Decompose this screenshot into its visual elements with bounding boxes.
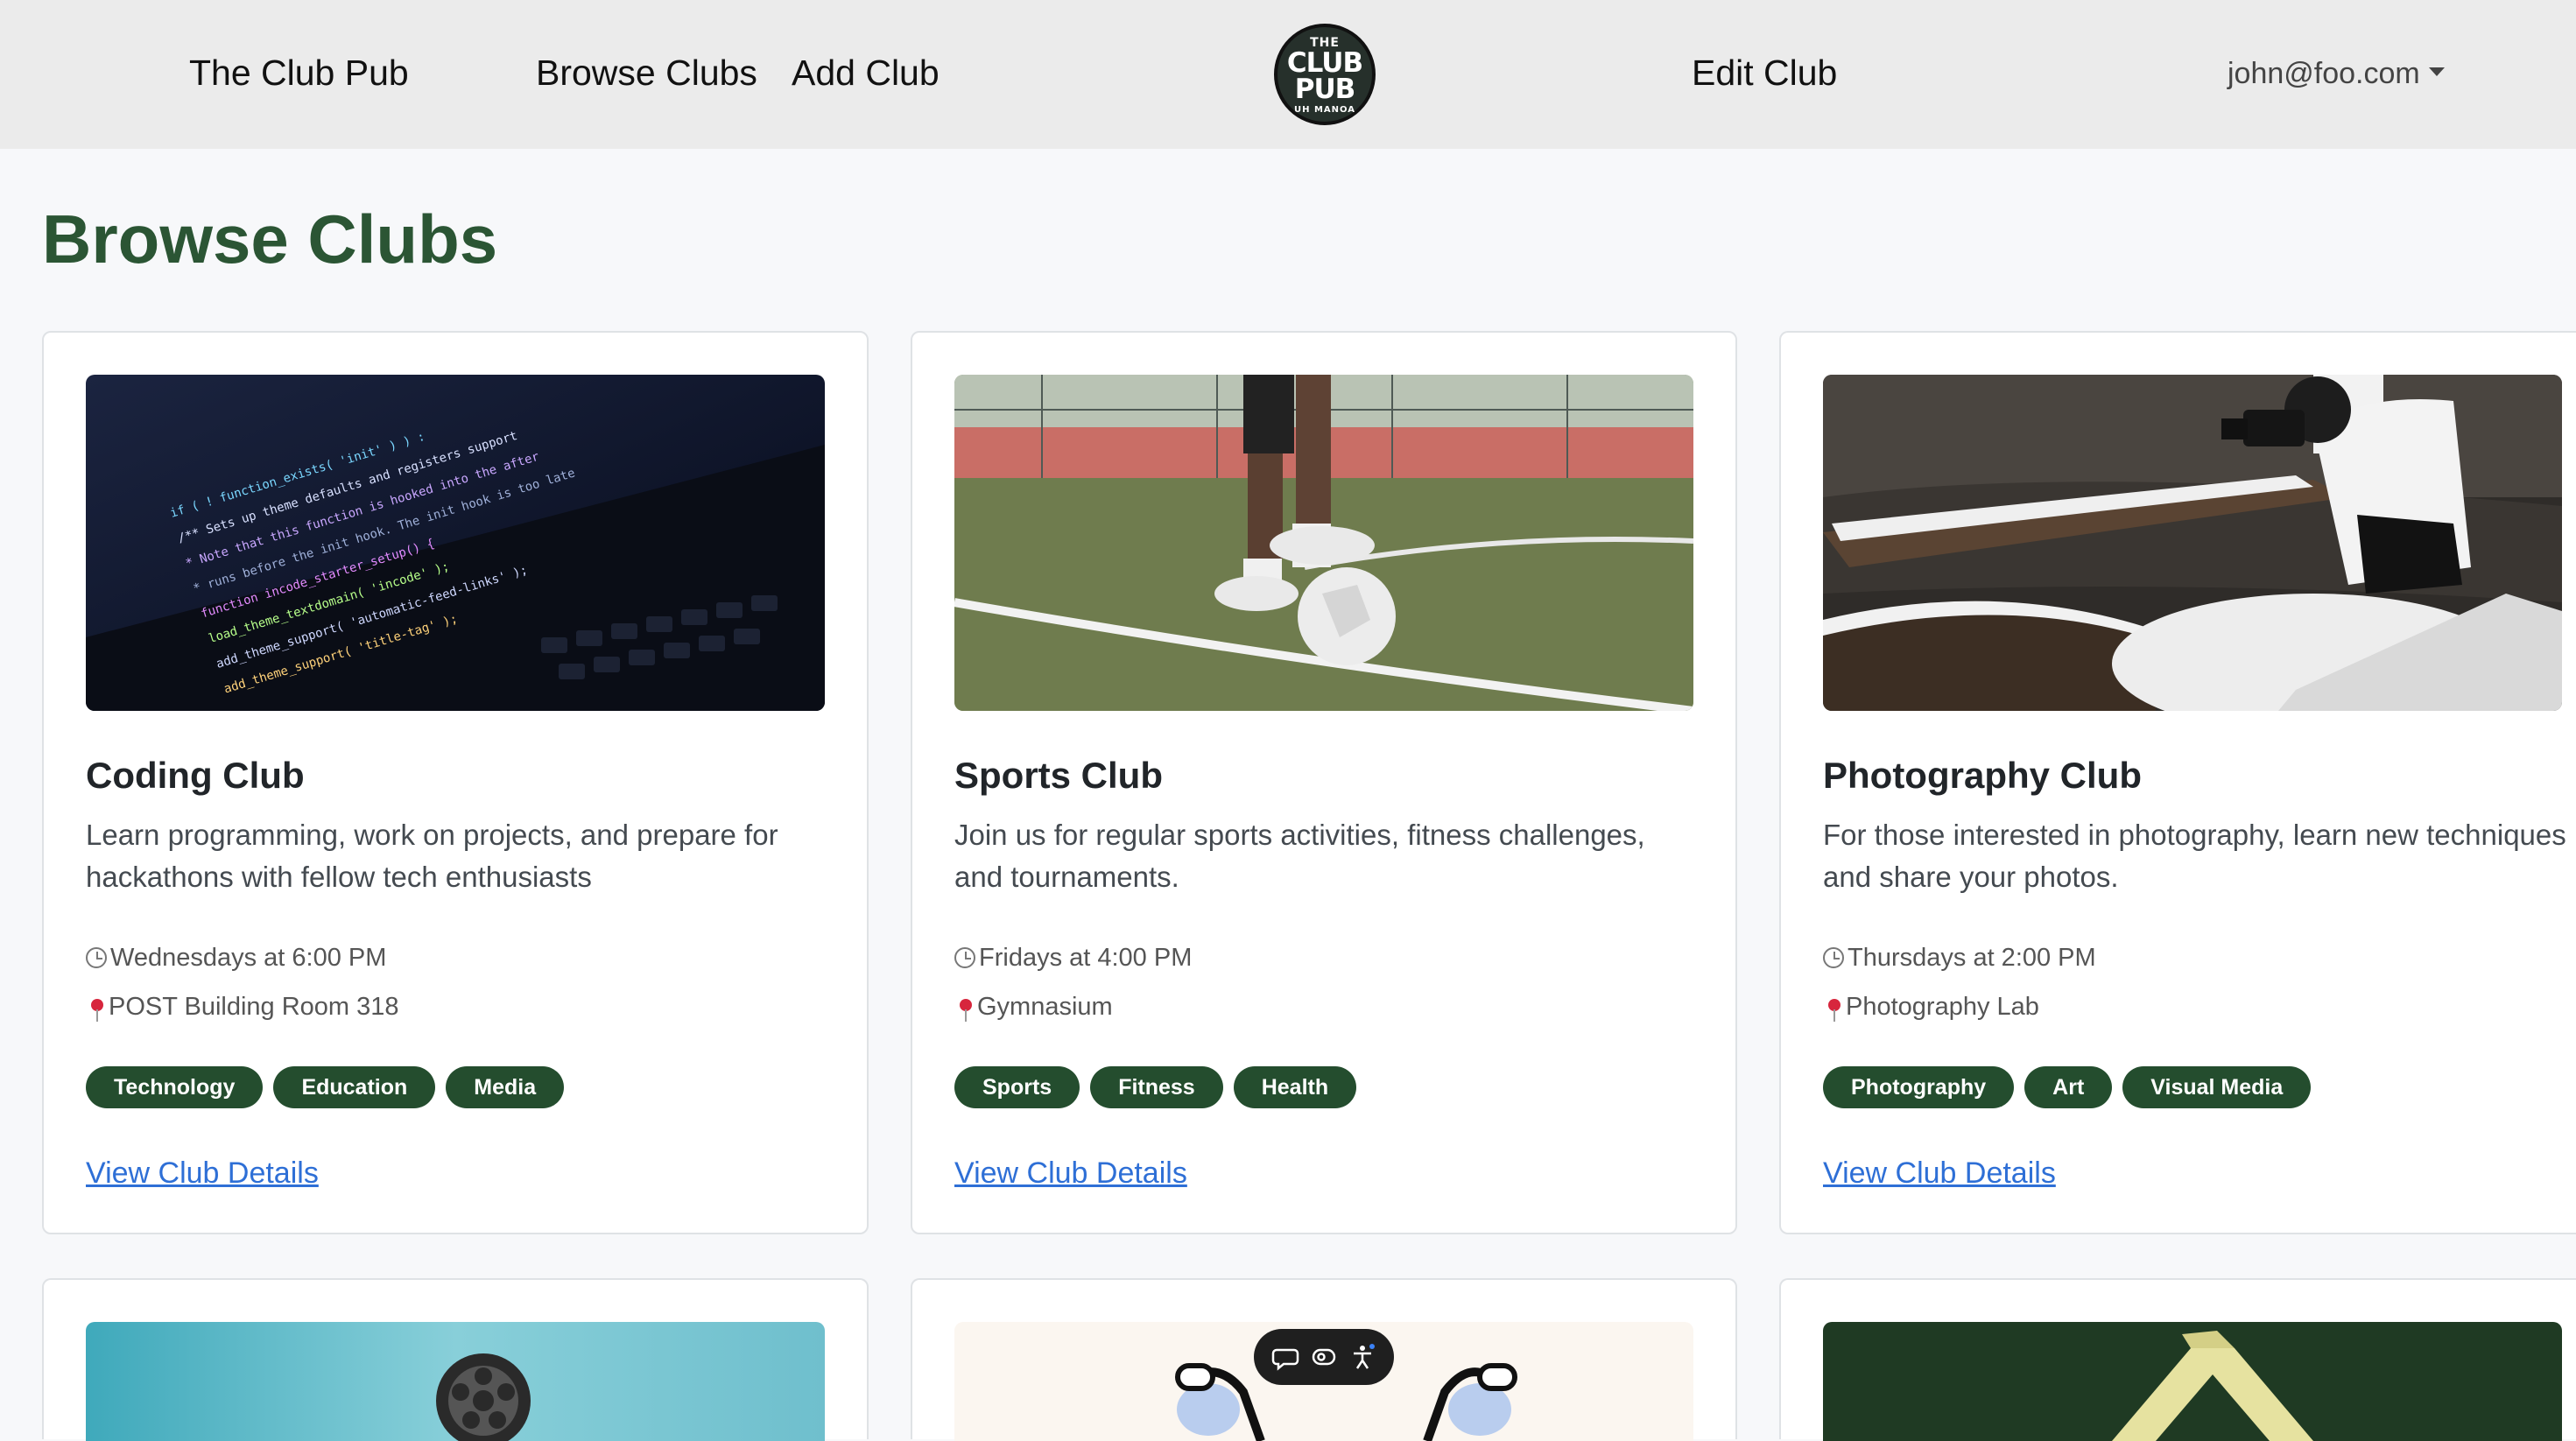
tag-badge[interactable]: Art	[2024, 1066, 2113, 1108]
page-title: Browse Clubs	[42, 200, 498, 278]
user-email: john@foo.com	[2228, 57, 2420, 90]
pin-icon	[960, 999, 972, 1022]
accessibility-icon[interactable]	[1347, 1341, 1378, 1373]
club-image-sports	[954, 375, 1693, 711]
clock-icon	[954, 947, 975, 968]
club-location-text: POST Building Room 318	[109, 993, 399, 1021]
club-card-coding: if ( ! function_exists( 'init' ) ) : /**…	[42, 331, 869, 1234]
tag-badge[interactable]: Fitness	[1090, 1066, 1223, 1108]
view-club-details-link[interactable]: View Club Details	[1823, 1154, 2056, 1192]
pin-icon	[1828, 999, 1841, 1022]
club-card-film	[42, 1278, 869, 1441]
club-image-gaming	[1823, 1322, 2562, 1441]
floating-toolbar	[1254, 1329, 1394, 1385]
club-meeting-time: Thursdays at 2:00 PM	[1823, 940, 2096, 975]
tag-badge[interactable]: Visual Media	[2122, 1066, 2312, 1108]
tag-badge[interactable]: Media	[446, 1066, 565, 1108]
caret-down-icon	[2428, 67, 2445, 77]
club-time-text: Thursdays at 2:00 PM	[1848, 944, 2096, 972]
tag-badge[interactable]: Technology	[86, 1066, 264, 1108]
nav-browse-clubs[interactable]: Browse Clubs	[536, 51, 757, 95]
tag-badge[interactable]: Sports	[954, 1066, 1080, 1108]
nav-add-club[interactable]: Add Club	[792, 51, 940, 95]
club-pub-logo[interactable]: THE CLUB PUB UH MANOA	[1274, 24, 1376, 125]
logo-text-pub: PUB	[1294, 74, 1356, 105]
club-image-coding: if ( ! function_exists( 'init' ) ) : /**…	[86, 375, 825, 711]
club-card-photography: Photography Club For those interested in…	[1779, 331, 2576, 1234]
club-tags: Technology Education Media	[86, 1066, 574, 1108]
view-club-details-link[interactable]: View Club Details	[954, 1154, 1187, 1192]
navbar: The Club Pub Browse Clubs Add Club THE C…	[0, 0, 2576, 149]
logo-text-subtitle: UH MANOA	[1293, 105, 1355, 115]
club-meeting-time: Wednesdays at 6:00 PM	[86, 940, 386, 975]
club-card-gaming	[1779, 1278, 2576, 1441]
club-tags: Photography Art Visual Media	[1823, 1066, 2321, 1108]
brand-link[interactable]: The Club Pub	[189, 51, 409, 95]
club-description: For those interested in photography, lea…	[1823, 819, 2566, 893]
club-location: Gymnasium	[954, 989, 1113, 1024]
club-location-text: Photography Lab	[1846, 993, 2039, 1021]
club-card-sports: Sports Club Join us for regular sports a…	[911, 331, 1737, 1234]
club-name: Coding Club	[86, 755, 305, 796]
user-dropdown[interactable]: john@foo.com	[2228, 54, 2445, 93]
tag-badge[interactable]: Education	[273, 1066, 436, 1108]
club-name: Photography Club	[1823, 755, 2142, 796]
club-time-text: Wednesdays at 6:00 PM	[110, 944, 387, 972]
clock-icon	[1823, 947, 1844, 968]
club-meeting-time: Fridays at 4:00 PM	[954, 940, 1192, 975]
club-image-film	[86, 1322, 825, 1441]
club-tags: Sports Fitness Health	[954, 1066, 1367, 1108]
clock-icon	[86, 947, 107, 968]
club-location: POST Building Room 318	[86, 989, 399, 1024]
club-name: Sports Club	[954, 755, 1163, 796]
club-location: Photography Lab	[1823, 989, 2039, 1024]
club-location-text: Gymnasium	[977, 993, 1113, 1021]
view-club-details-link[interactable]: View Club Details	[86, 1154, 319, 1192]
nav-edit-club[interactable]: Edit Club	[1692, 51, 1837, 95]
pin-icon	[91, 999, 103, 1022]
comment-icon[interactable]	[1270, 1341, 1301, 1373]
club-description: Learn programming, work on projects, and…	[86, 819, 778, 893]
tag-badge[interactable]: Photography	[1823, 1066, 2015, 1108]
view-icon[interactable]	[1308, 1341, 1340, 1373]
club-time-text: Fridays at 4:00 PM	[979, 944, 1193, 972]
club-description: Join us for regular sports activities, f…	[954, 819, 1645, 893]
club-image-photography	[1823, 375, 2562, 711]
tag-badge[interactable]: Health	[1233, 1066, 1357, 1108]
